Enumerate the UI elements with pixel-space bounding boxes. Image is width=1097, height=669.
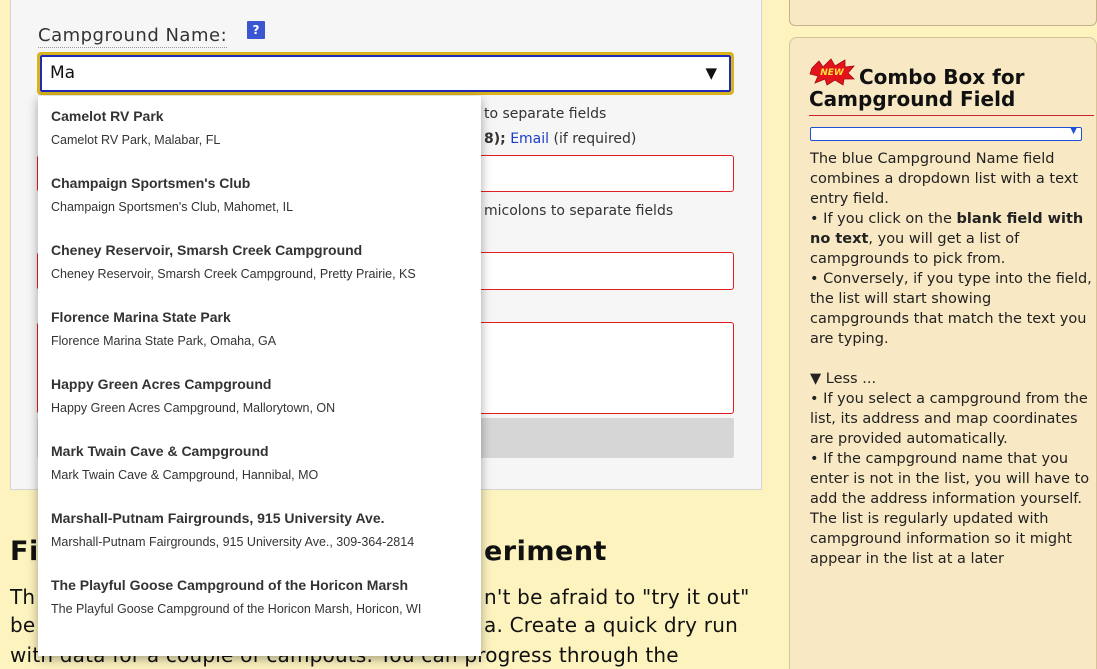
body-line-1-right: n't be afraid to "try it out" (484, 585, 750, 609)
suggestion-subtitle: Champaign Sportsmen's Club, Mahomet, IL (51, 200, 294, 214)
suggestion-subtitle: Marshall-Putnam Fairgrounds, 915 Univers… (51, 535, 415, 549)
suggestion-item[interactable]: Mark Twain Cave & Campground Mark Twain … (38, 431, 481, 498)
help-icon[interactable]: ? (247, 21, 265, 39)
suggestion-subtitle: Florence Marina State Park, Omaha, GA (51, 334, 277, 348)
suggestion-title: Camelot RV Park (51, 108, 164, 124)
sidebar-top-box (789, 0, 1097, 26)
suggestion-item[interactable]: The Playful Goose Campground of the Hori… (38, 565, 481, 632)
sample-combo-box[interactable]: ▼ (810, 126, 1082, 141)
body-line-1-left: Th (10, 585, 36, 609)
sidebar-text: • If you click on the (810, 211, 957, 227)
campground-suggestion-list: Camelot RV Park Camelot RV Park, Malabar… (38, 96, 481, 656)
suggestion-title: The Playful Goose Campground of the Hori… (51, 577, 409, 593)
sidebar-body: The blue Campground Name field combines … (810, 149, 1092, 569)
sidebar-para: • If the campground name that you enter … (810, 451, 1090, 507)
suggestion-item[interactable]: Florence Marina State Park Florence Mari… (38, 297, 481, 364)
suggestion-item[interactable]: Champaign Sportsmen's Club Champaign Spo… (38, 163, 481, 230)
sidebar-para: • If you click on the blank field with n… (810, 209, 1092, 269)
new-badge-text: NEW (820, 68, 845, 78)
hint-phone-tail: 8); (484, 131, 506, 147)
hint-phone-email: 8); Email (if required) (484, 131, 636, 147)
sidebar-para: The list is regularly updated with campg… (810, 511, 1072, 567)
campground-combo-box[interactable]: ▼ (37, 52, 734, 95)
suggestion-subtitle: Happy Green Acres Campground, Mallorytow… (51, 401, 336, 415)
suggestion-title: Florence Marina State Park (51, 309, 231, 325)
sidebar-para: • If you select a campground from the li… (810, 391, 1088, 447)
hint-email-rest: (if required) (553, 131, 637, 147)
sidebar-para: The blue Campground Name field combines … (810, 151, 1079, 207)
suggestion-subtitle: Cheney Reservoir, Smarsh Creek Campgroun… (51, 267, 416, 281)
sidebar-title: NEW Combo Box for Campground Field (809, 58, 1094, 116)
body-line-2-right: a. Create a quick dry run (484, 613, 738, 637)
email-link[interactable]: Email (510, 131, 549, 147)
hint-separator-text: to separate fields (484, 106, 607, 122)
suggestion-title: Champaign Sportsmen's Club (51, 175, 251, 191)
suggestion-title: Cheney Reservoir, Smarsh Creek Campgroun… (51, 242, 363, 258)
suggestion-item[interactable]: Cheney Reservoir, Smarsh Creek Campgroun… (38, 230, 481, 297)
help-sidebar: NEW Combo Box for Campground Field ▼ The… (789, 37, 1097, 669)
suggestion-item[interactable]: Marshall-Putnam Fairgrounds, 915 Univers… (38, 498, 481, 565)
suggestion-title: Happy Green Acres Campground (51, 376, 272, 392)
suggestion-item[interactable]: Camelot RV Park Camelot RV Park, Malabar… (38, 96, 481, 163)
suggestion-item[interactable]: Happy Green Acres Campground Happy Green… (38, 364, 481, 431)
dropdown-arrow-icon[interactable]: ▼ (705, 64, 717, 82)
sidebar-para: • Conversely, if you type into the field… (810, 271, 1092, 347)
suggestion-subtitle: Camelot RV Park, Malabar, FL (51, 133, 221, 147)
body-line-2-left: be (10, 613, 36, 637)
chevron-down-icon: ▼ (1070, 126, 1077, 136)
hint-semicolons-text: micolons to separate fields (484, 203, 674, 219)
suggestion-title: Mark Twain Cave & Campground (51, 443, 269, 459)
campground-name-input[interactable] (50, 63, 650, 83)
section-heading-left: Fi (10, 536, 39, 567)
suggestion-title: Marshall-Putnam Fairgrounds, 915 Univers… (51, 510, 385, 526)
new-badge-icon: NEW (809, 58, 855, 86)
less-toggle[interactable]: ▼ Less ... (810, 369, 1092, 389)
campground-name-label: Campground Name: (38, 25, 228, 48)
suggestion-subtitle: The Playful Goose Campground of the Hori… (51, 602, 422, 616)
suggestion-subtitle: Mark Twain Cave & Campground, Hannibal, … (51, 468, 319, 482)
section-heading-right: eriment (484, 536, 607, 567)
